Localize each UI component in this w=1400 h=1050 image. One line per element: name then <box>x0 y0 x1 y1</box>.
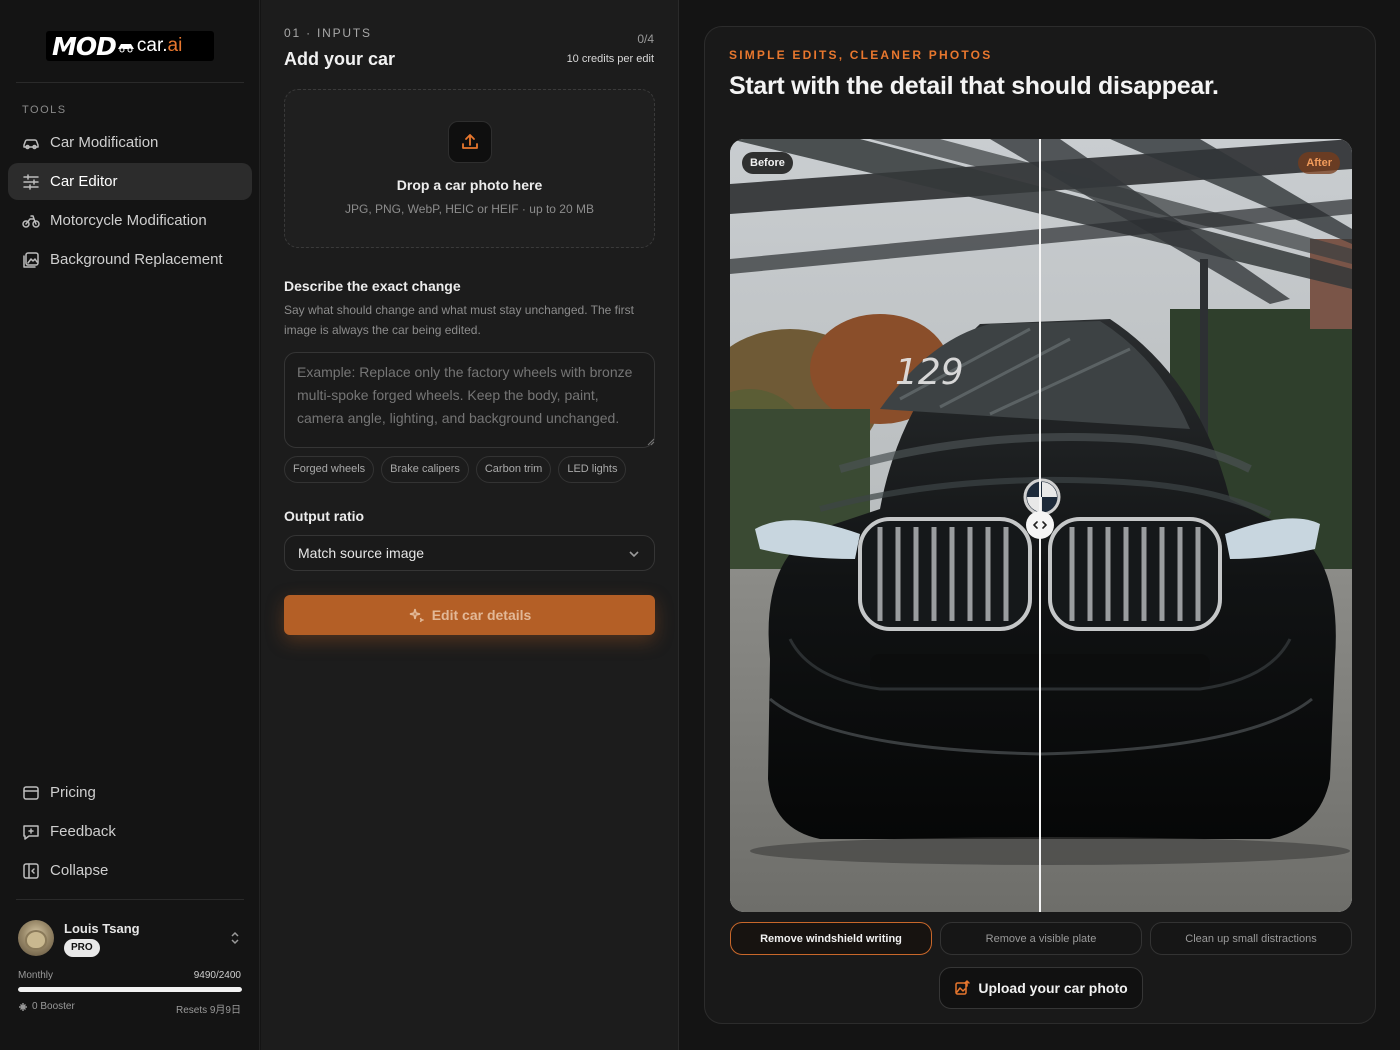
sidebar-item-feedback[interactable]: Feedback <box>8 813 252 850</box>
sidebar-item-label: Car Modification <box>50 134 159 151</box>
user-name: Louis Tsang <box>64 921 140 936</box>
drag-arrows-icon <box>1033 521 1047 529</box>
comparison-slider-handle[interactable] <box>1026 511 1054 539</box>
sidebar-divider <box>16 82 244 83</box>
describe-title: Describe the exact change <box>284 278 461 294</box>
dropzone-subtitle: JPG, PNG, WebP, HEIC or HEIF · up to 20 … <box>345 202 594 216</box>
sidebar-item-label: Pricing <box>50 784 96 801</box>
upload-car-photo-label: Upload your car photo <box>978 980 1128 996</box>
resize-handle-icon[interactable] <box>647 438 655 446</box>
edit-car-details-button[interactable]: Edit car details <box>284 595 655 635</box>
suggestion-chip-forged-wheels[interactable]: Forged wheels <box>284 456 375 483</box>
showcase-card: SIMPLE EDITS, CLEANER PHOTOS Start with … <box>704 26 1376 1024</box>
showcase-panel: SIMPLE EDITS, CLEANER PHOTOS Start with … <box>680 0 1400 1050</box>
edit-car-details-label: Edit car details <box>431 607 532 623</box>
preset-remove-visible-plate[interactable]: Remove a visible plate <box>940 922 1142 955</box>
before-after-comparison[interactable]: 129 Before After <box>730 139 1352 912</box>
logo-mod-text: MOD <box>52 31 117 61</box>
sidebar-item-background-replacement[interactable]: Background Replacement <box>8 241 252 278</box>
sliders-icon <box>22 173 40 191</box>
sidebar-item-collapse[interactable]: Collapse <box>8 852 252 889</box>
chevron-down-icon <box>629 551 639 558</box>
suggestion-chip-led-lights[interactable]: LED lights <box>558 456 627 483</box>
before-label: Before <box>742 152 793 174</box>
inputs-panel: 01 · INPUTS Add your car 0/4 10 credits … <box>261 0 679 1050</box>
sidebar: MOD car.ai TOOLS Car Modification Car Ed… <box>0 0 260 1050</box>
collapse-icon <box>22 862 40 880</box>
car-icon <box>22 134 40 152</box>
brand-logo[interactable]: MOD car.ai <box>46 31 214 61</box>
after-label: After <box>1298 152 1340 174</box>
suggestion-chip-carbon-trim[interactable]: Carbon trim <box>475 456 552 483</box>
sidebar-item-car-editor[interactable]: Car Editor <box>8 163 252 200</box>
dropzone-title: Drop a car photo here <box>396 177 543 193</box>
ratio-title: Output ratio <box>284 508 365 524</box>
preset-examples: Remove windshield writing Remove a visib… <box>730 922 1352 955</box>
svg-text:129: 129 <box>895 352 964 393</box>
preset-remove-windshield-writing[interactable]: Remove windshield writing <box>730 922 932 955</box>
output-ratio-select[interactable]: Match source image <box>284 535 655 571</box>
motorcycle-icon <box>22 212 40 230</box>
sidebar-item-car-modification[interactable]: Car Modification <box>8 124 252 161</box>
upload-car-photo-button[interactable]: Upload your car photo <box>939 967 1143 1009</box>
tools-section-label: TOOLS <box>22 104 67 116</box>
preset-clean-small-distractions[interactable]: Clean up small distractions <box>1150 922 1352 955</box>
sidebar-item-label: Collapse <box>50 862 109 879</box>
sidebar-item-motorcycle-modification[interactable]: Motorcycle Modification <box>8 202 252 239</box>
plan-badge: PRO <box>64 939 100 957</box>
credit-cost: 10 credits per edit <box>566 53 654 65</box>
logo-car-glyph-icon <box>117 44 134 53</box>
showcase-eyebrow: SIMPLE EDITS, CLEANER PHOTOS <box>729 48 993 62</box>
sidebar-item-label: Car Editor <box>50 173 118 190</box>
photo-dropzone[interactable]: Drop a car photo here JPG, PNG, WebP, HE… <box>284 89 655 248</box>
credits-count: 9490/2400 <box>193 970 241 981</box>
sidebar-item-label: Feedback <box>50 823 116 840</box>
user-menu[interactable]: Louis Tsang PRO <box>18 918 244 960</box>
feedback-icon <box>22 823 40 841</box>
credit-card-icon <box>22 784 40 802</box>
image-replace-icon <box>22 251 40 269</box>
upload-icon <box>448 121 492 163</box>
sidebar-item-label: Motorcycle Modification <box>50 212 207 229</box>
sidebar-item-pricing[interactable]: Pricing <box>8 774 252 811</box>
plan-period: Monthly <box>18 970 54 981</box>
suggestion-chips: Forged wheels Brake calipers Carbon trim… <box>284 456 627 483</box>
booster-count: 0 Booster <box>18 1001 75 1012</box>
credits-progress-bar <box>18 987 242 992</box>
credits-progress-fill <box>18 987 242 992</box>
chevron-up-down-icon[interactable] <box>228 930 242 946</box>
sidebar-divider <box>16 899 244 900</box>
describe-description: Say what should change and what must sta… <box>284 303 634 337</box>
avatar <box>18 920 54 956</box>
panel-title: Add your car <box>284 49 396 69</box>
booster-label: 0 Booster <box>32 1001 75 1012</box>
logo-carai-text: car.ai <box>136 35 183 56</box>
sidebar-item-label: Background Replacement <box>50 251 223 268</box>
sparkle-icon <box>409 608 424 623</box>
change-prompt-input[interactable] <box>284 352 655 448</box>
suggestion-chip-brake-calipers[interactable]: Brake calipers <box>381 456 469 483</box>
reset-date: Resets 9月9日 <box>175 1005 241 1016</box>
image-upload-icon <box>955 980 971 995</box>
showcase-headline: Start with the detail that should disapp… <box>729 72 1219 100</box>
image-counter: 0/4 <box>637 32 654 46</box>
step-label: 01 · INPUTS <box>284 26 372 40</box>
output-ratio-value: Match source image <box>298 545 425 561</box>
sparkle-icon <box>19 1002 27 1011</box>
